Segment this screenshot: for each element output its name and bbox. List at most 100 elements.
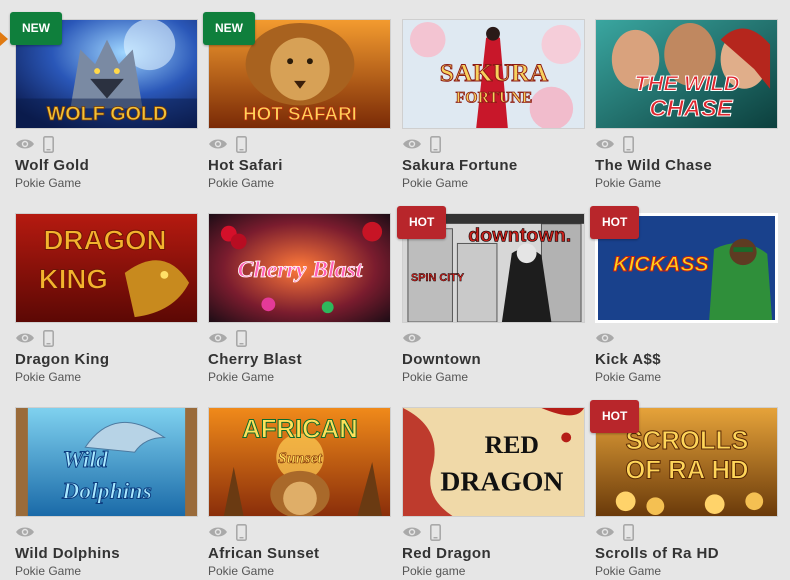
mobile-phone-icon — [430, 135, 441, 153]
art-title: RED — [485, 430, 539, 459]
game-grid: WOLF GOLD NEW Wolf Gold Pokie Game HOT S… — [0, 0, 790, 580]
game-category: Pokie Game — [595, 176, 662, 190]
eye-icon[interactable] — [402, 525, 422, 539]
game-card-red-dragon[interactable]: RED DRAGON Red Dragon Pokie game — [402, 407, 585, 580]
art-subtitle: OF RA HD — [625, 457, 748, 485]
game-card-sakura-fortune[interactable]: SAKURA FORTUNE Sakura Fortune Pokie Game — [402, 19, 585, 209]
game-title[interactable]: Hot Safari — [208, 157, 283, 174]
game-title[interactable]: Kick A$$ — [595, 351, 661, 368]
eye-icon[interactable] — [15, 137, 35, 151]
game-thumbnail[interactable]: Wild Dolphins — [15, 407, 198, 517]
art-title: SAKURA — [440, 58, 549, 87]
game-category: Pokie Game — [402, 370, 469, 384]
game-title[interactable]: The Wild Chase — [595, 157, 712, 174]
game-title[interactable]: Scrolls of Ra HD — [595, 545, 719, 562]
card-icons — [15, 523, 35, 541]
game-category: Pokie Game — [15, 564, 82, 578]
hot-badge: HOT — [590, 400, 640, 433]
eye-icon[interactable] — [15, 331, 35, 345]
game-thumbnail[interactable]: Cherry Blast — [208, 213, 391, 323]
game-category: Pokie Game — [595, 370, 662, 384]
art-title: downtown. — [468, 225, 571, 247]
game-thumbnail[interactable]: RED DRAGON — [402, 407, 585, 517]
new-badge: NEW — [10, 12, 62, 45]
game-title[interactable]: Sakura Fortune — [402, 157, 518, 174]
game-thumbnail[interactable]: THE WILD CHASE — [595, 19, 778, 129]
eye-icon[interactable] — [208, 331, 228, 345]
game-card-wild-dolphins[interactable]: Wild Dolphins Wild Dolphins Pokie Game — [15, 407, 198, 580]
game-card-the-wild-chase[interactable]: THE WILD CHASE The Wild Chase Pokie Game — [595, 19, 778, 209]
card-icons — [208, 329, 247, 347]
art-title: AFRICAN — [242, 416, 358, 444]
game-category: Pokie Game — [208, 564, 275, 578]
art-title: HOT SAFARI — [243, 103, 357, 124]
mobile-phone-icon — [236, 135, 247, 153]
game-thumbnail[interactable]: SAKURA FORTUNE — [402, 19, 585, 129]
game-card-kick-ass[interactable]: KICKASS HOT Kick A$$ Pokie Game — [590, 206, 778, 403]
game-category: Pokie Game — [15, 370, 82, 384]
mobile-phone-icon — [623, 135, 634, 153]
art-subtitle: DRAGON — [440, 466, 563, 497]
art-title: WOLF GOLD — [47, 103, 168, 125]
game-category: Pokie Game — [208, 176, 275, 190]
arrow-right-icon — [0, 32, 8, 46]
art-subtitle: Dolphins — [61, 478, 152, 504]
game-title[interactable]: Cherry Blast — [208, 351, 302, 368]
game-thumbnail[interactable]: DRAGON KING — [15, 213, 198, 323]
game-title[interactable]: Downtown — [402, 351, 481, 368]
card-icons — [208, 135, 247, 153]
art-title: KICKASS — [613, 253, 709, 276]
game-title[interactable]: Wild Dolphins — [15, 545, 120, 562]
game-title[interactable]: Red Dragon — [402, 545, 491, 562]
card-icons — [402, 329, 422, 347]
art-title: DRAGON — [44, 224, 167, 255]
mobile-phone-icon — [430, 523, 441, 541]
art-title: SCROLLS — [626, 427, 749, 455]
game-card-african-sunset[interactable]: AFRICAN Sunset African Sunset Pokie Game — [208, 407, 391, 580]
art-title: THE WILD — [634, 71, 739, 96]
game-category: Pokie Game — [15, 176, 82, 190]
eye-icon[interactable] — [402, 331, 422, 345]
eye-icon[interactable] — [595, 137, 615, 151]
eye-icon[interactable] — [208, 137, 228, 151]
art-subtitle: KING — [39, 264, 108, 295]
eye-icon[interactable] — [208, 525, 228, 539]
game-title[interactable]: Wolf Gold — [15, 157, 89, 174]
card-icons — [402, 523, 441, 541]
card-icons — [595, 329, 615, 347]
eye-icon[interactable] — [15, 525, 35, 539]
card-icons — [402, 135, 441, 153]
mobile-phone-icon — [43, 135, 54, 153]
game-card-cherry-blast[interactable]: Cherry Blast Cherry Blast Pokie Game — [208, 213, 391, 403]
art-subtitle: CHASE — [649, 96, 733, 122]
mobile-phone-icon — [236, 329, 247, 347]
mobile-phone-icon — [43, 329, 54, 347]
eye-icon[interactable] — [595, 525, 615, 539]
eye-icon[interactable] — [402, 137, 422, 151]
card-icons — [595, 523, 634, 541]
game-card-hot-safari[interactable]: HOT SAFARI NEW Hot Safari Pokie Game — [203, 12, 391, 209]
mobile-phone-icon — [236, 523, 247, 541]
card-icons — [15, 135, 54, 153]
eye-icon[interactable] — [595, 331, 615, 345]
art-title: Wild — [63, 447, 109, 473]
game-title[interactable]: African Sunset — [208, 545, 319, 562]
hot-badge: HOT — [590, 206, 640, 239]
game-title[interactable]: Dragon King — [15, 351, 109, 368]
game-category: Pokie Game — [208, 370, 275, 384]
art-subtitle: FORTUNE — [456, 90, 533, 107]
card-icons — [15, 329, 54, 347]
art-subtitle: SPIN CITY — [411, 272, 465, 284]
art-title: Cherry Blast — [238, 257, 364, 283]
game-thumbnail[interactable]: AFRICAN Sunset — [208, 407, 391, 517]
game-card-dragon-king[interactable]: DRAGON KING Dragon King Pokie Game — [15, 213, 198, 403]
game-category: Pokie Game — [402, 176, 469, 190]
game-category: Pokie Game — [595, 564, 662, 578]
game-card-downtown[interactable]: downtown. SPIN CITY HOT Downtown Pokie G… — [397, 206, 585, 403]
hot-badge: HOT — [397, 206, 447, 239]
new-badge: NEW — [203, 12, 255, 45]
game-card-scrolls-of-ra-hd[interactable]: SCROLLS OF RA HD HOT Scrolls of Ra HD Po… — [590, 400, 778, 580]
art-subtitle: Sunset — [278, 450, 323, 467]
card-icons — [208, 523, 247, 541]
game-card-wolf-gold[interactable]: WOLF GOLD NEW Wolf Gold Pokie Game — [10, 12, 198, 209]
